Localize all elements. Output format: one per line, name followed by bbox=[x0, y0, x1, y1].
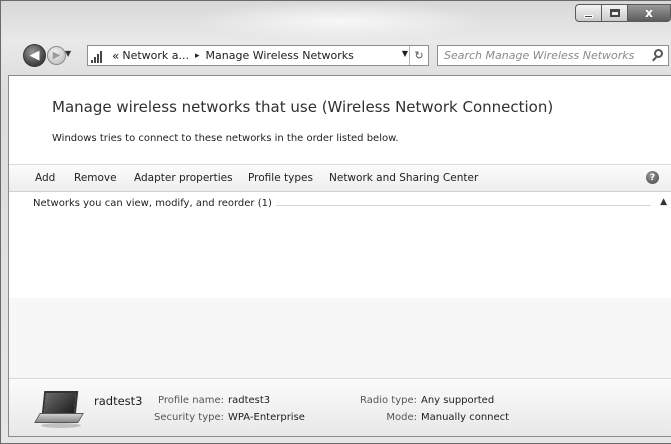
security-type-label: Security type: bbox=[154, 412, 224, 423]
explorer-window: x ◀ ▶ ▼ « Network a... ▸ Manage Wireless… bbox=[0, 0, 671, 444]
maximize-icon bbox=[609, 9, 620, 17]
remove-button[interactable]: Remove bbox=[74, 172, 117, 184]
title-bar-glow bbox=[191, 1, 491, 41]
refresh-icon: ↻ bbox=[414, 49, 424, 62]
breadcrumb-item-manage-wireless[interactable]: Manage Wireless Networks bbox=[206, 49, 354, 62]
recent-pages-dropdown[interactable]: ▼ bbox=[65, 49, 71, 58]
network-name: radtest3 bbox=[94, 394, 143, 408]
breadcrumb-overflow[interactable]: « bbox=[112, 49, 119, 63]
forward-button[interactable]: ▶ bbox=[47, 46, 66, 65]
help-glyph: ? bbox=[649, 172, 656, 183]
close-icon: x bbox=[645, 6, 653, 20]
profile-name-value: radtest3 bbox=[228, 395, 271, 406]
refresh-button[interactable]: ↻ bbox=[409, 46, 428, 65]
search-box bbox=[437, 45, 669, 66]
profile-name-label: Profile name: bbox=[157, 395, 224, 406]
network-sharing-center-button[interactable]: Network and Sharing Center bbox=[329, 172, 478, 184]
security-type-value: WPA-Enterprise bbox=[228, 412, 305, 423]
radio-type-value: Any supported bbox=[421, 395, 495, 406]
forward-arrow-icon: ▶ bbox=[52, 50, 61, 61]
close-button[interactable]: x bbox=[627, 4, 671, 22]
maximize-button[interactable] bbox=[601, 4, 628, 22]
search-input[interactable] bbox=[444, 49, 634, 62]
command-bar: Add Remove Adapter properties Profile ty… bbox=[9, 164, 671, 192]
laptop-network-icon bbox=[34, 391, 84, 431]
minimize-button[interactable] bbox=[575, 4, 602, 22]
network-icon bbox=[91, 49, 107, 63]
mode-value: Manually connect bbox=[421, 412, 510, 423]
content-pane: Manage wireless networks that use (Wirel… bbox=[8, 75, 671, 437]
profile-types-button[interactable]: Profile types bbox=[248, 172, 313, 184]
adapter-properties-button[interactable]: Adapter properties bbox=[134, 172, 233, 184]
network-list[interactable] bbox=[9, 216, 671, 298]
radio-type-label: Radio type: bbox=[360, 395, 417, 406]
breadcrumb: « Network a... ▸ Manage Wireless Network… bbox=[112, 49, 354, 63]
network-group-header[interactable]: Networks you can view, modify, and reord… bbox=[9, 192, 671, 216]
group-label: Networks you can view, modify, and reord… bbox=[33, 198, 276, 209]
mode-label: Mode: bbox=[386, 412, 417, 423]
address-bar[interactable]: « Network a... ▸ Manage Wireless Network… bbox=[87, 45, 429, 66]
network-list-empty-area bbox=[9, 298, 671, 378]
minimize-icon bbox=[584, 14, 593, 18]
search-icon[interactable] bbox=[654, 49, 663, 58]
group-divider bbox=[269, 205, 651, 206]
caption-buttons: x bbox=[575, 4, 671, 22]
breadcrumb-separator-icon[interactable]: ▸ bbox=[195, 51, 200, 61]
help-icon[interactable]: ? bbox=[646, 171, 659, 184]
add-button[interactable]: Add bbox=[35, 172, 55, 184]
navigation-bar: ◀ ▶ ▼ « Network a... ▸ Manage Wireless N… bbox=[1, 41, 671, 71]
back-arrow-icon: ◀ bbox=[29, 48, 40, 63]
details-pane: radtest3 Profile name: radtest3 Security… bbox=[9, 378, 671, 436]
address-dropdown-icon[interactable]: ▼ bbox=[402, 49, 408, 58]
breadcrumb-item-network[interactable]: Network a... bbox=[122, 49, 189, 62]
page-title: Manage wireless networks that use (Wirel… bbox=[52, 98, 554, 116]
collapse-icon[interactable]: ▲ bbox=[660, 197, 667, 207]
page-description: Windows tries to connect to these networ… bbox=[52, 133, 399, 144]
back-button[interactable]: ◀ bbox=[23, 44, 46, 67]
